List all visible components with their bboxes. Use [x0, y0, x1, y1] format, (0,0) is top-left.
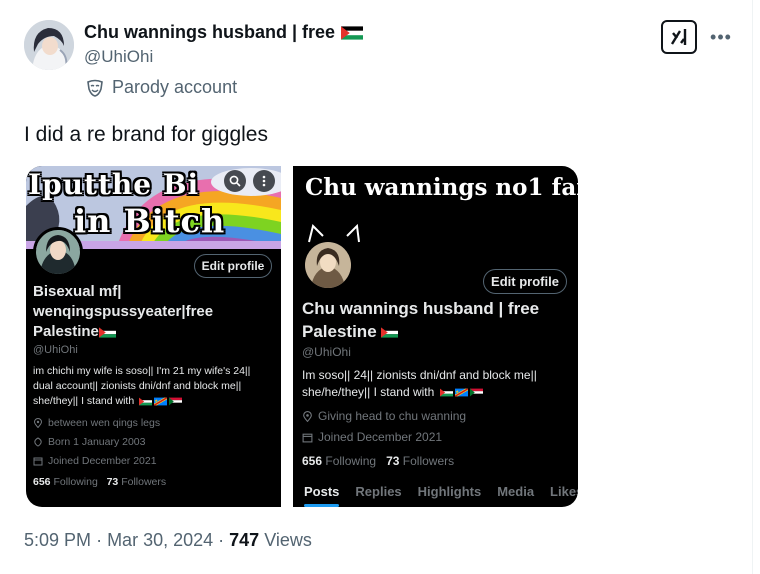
calendar-icon: [33, 457, 43, 466]
more-icon[interactable]: •••: [708, 20, 734, 54]
card1-follow-stats: 656 Following 73 Followers: [33, 476, 166, 488]
card1-followers-count: 73: [106, 476, 119, 488]
card1-following-count: 656: [33, 476, 51, 488]
card2-banner-title: Chu wannings no1 fan: [305, 174, 578, 201]
author-avatar[interactable]: [24, 20, 74, 70]
search-icon[interactable]: [224, 170, 246, 192]
palestine-flag-icon: [139, 397, 152, 406]
card1-name-line1: Bisexual mf|: [33, 283, 122, 300]
card1-following[interactable]: 656 Following: [33, 476, 98, 488]
card2-bio-line1: Im soso|| 24|| zionists dni/dnf and bloc…: [302, 368, 537, 382]
views-label: Views: [264, 530, 312, 550]
media-image-2[interactable]: Chu wannings no1 fan Edit profile Chu wa…: [293, 166, 578, 507]
author-name[interactable]: Chu wannings husband | free: [84, 22, 363, 43]
card2-joined: Joined December 2021: [302, 430, 442, 444]
card1-profile-handle: @UhiOhi: [33, 344, 78, 356]
card2-location-text: Giving head to chu wanning: [318, 409, 467, 423]
card1-born-text: Born 1 January 2003: [48, 436, 146, 448]
palestine-flag-icon: [99, 327, 116, 338]
card2-joined-text: Joined December 2021: [318, 430, 443, 444]
card2-profile-handle: @UhiOhi: [302, 345, 351, 359]
card2-bio: Im soso|| 24|| zionists dni/dnf and bloc…: [302, 367, 574, 401]
card2-bio-line2: she/he/they|| I stand with: [302, 385, 435, 399]
palestine-flag-icon: [440, 388, 453, 397]
sudan-flag-icon: [169, 397, 182, 406]
tab-posts[interactable]: Posts: [304, 484, 340, 507]
card1-name-line3-wrap: Palestine: [33, 322, 213, 342]
card2-bio-line2-wrap: she/he/they|| I stand with: [302, 384, 574, 401]
card1-location: between wen qings legs: [33, 417, 160, 429]
more-vertical-icon[interactable]: [253, 170, 275, 192]
tweet-meta: 5:09 PM · Mar 30, 2024 · 747 Views: [24, 530, 312, 551]
tab-highlights[interactable]: Highlights: [418, 484, 482, 499]
edit-profile-button[interactable]: Edit profile: [194, 254, 272, 278]
parody-label: Parody account: [86, 77, 237, 98]
card1-profile-name: Bisexual mf| wenqingspussyeater|free Pal…: [33, 282, 213, 342]
card1-bio: im chichi my wife is soso|| I'm 21 my wi…: [33, 364, 279, 409]
card2-following-label: Following: [325, 454, 377, 468]
card2-following-count: 656: [302, 454, 323, 468]
separator-dot: ·: [96, 530, 108, 550]
card1-banner-line1: Iputthe Bi: [28, 168, 200, 201]
card2-followers-count: 73: [386, 454, 400, 468]
card1-followers[interactable]: 73 Followers: [107, 476, 167, 488]
birthday-icon: [34, 437, 42, 447]
card2-location: Giving head to chu wanning: [302, 409, 466, 423]
tweet-date[interactable]: Mar 30, 2024: [107, 530, 213, 550]
card1-bio-line3-wrap: she/they|| I stand with: [33, 394, 279, 409]
views-count: 747: [229, 530, 260, 550]
tweet-container: Chu wannings husband | free @UhiOhi Paro…: [0, 0, 753, 574]
card2-name-line1: Chu wannings husband | free: [302, 299, 540, 318]
card2-follow-stats: 656 Following 73 Followers: [302, 454, 454, 468]
card1-birthday: Born 1 January 2003: [33, 436, 145, 448]
edit-profile-button[interactable]: Edit profile: [483, 269, 567, 294]
card1-bio-line2: dual account|| zionists dni/dnf and bloc…: [33, 380, 242, 392]
card2-followers[interactable]: 73 Followers: [386, 454, 454, 468]
card1-bio-line3: she/they|| I stand with: [33, 395, 135, 407]
card2-following[interactable]: 656 Following: [302, 454, 376, 468]
tab-replies[interactable]: Replies: [355, 484, 401, 499]
card2-profile-tabs: Posts Replies Highlights Media Likes: [304, 484, 578, 507]
card1-bio-line1: im chichi my wife is soso|| I'm 21 my wi…: [33, 365, 251, 377]
card1-following-label: Following: [53, 476, 98, 488]
tweet-time[interactable]: 5:09 PM: [24, 530, 91, 550]
card1-name-line2: wenqingspussyeater|free: [33, 303, 214, 320]
card1-joined: Joined December 2021: [33, 455, 157, 467]
tab-media[interactable]: Media: [497, 484, 534, 499]
card1-profile-avatar[interactable]: [33, 227, 83, 277]
card1-name-line3: Palestine: [33, 323, 99, 340]
congo-flag-icon: [154, 397, 167, 406]
separator-dot: ·: [218, 530, 230, 550]
card2-profile-avatar[interactable]: [302, 239, 354, 291]
grok-icon[interactable]: [661, 20, 697, 54]
calendar-icon: [302, 433, 313, 442]
author-handle[interactable]: @UhiOhi: [84, 47, 153, 67]
tab-likes[interactable]: Likes: [550, 484, 578, 499]
card1-location-text: between wen qings legs: [48, 417, 161, 429]
sudan-flag-icon: [470, 388, 483, 397]
media-image-1[interactable]: Iputthe Bi in Bitch Edit profile Bisexua…: [26, 166, 281, 507]
tweet-text: I did a re brand for giggles: [24, 123, 268, 146]
location-icon: [33, 418, 43, 428]
congo-flag-icon: [455, 388, 468, 397]
location-icon: [303, 410, 312, 422]
palestine-flag-icon: [341, 26, 363, 40]
card1-followers-label: Followers: [121, 476, 167, 488]
card2-name-line2-wrap: Palestine: [302, 320, 539, 343]
card2-profile-name: Chu wannings husband | free Palestine: [302, 297, 539, 343]
card2-followers-label: Followers: [402, 454, 455, 468]
author-name-text: Chu wannings husband | free: [84, 22, 336, 42]
parody-mask-icon: [87, 79, 103, 97]
card1-banner-line2: in Bitch: [74, 202, 226, 240]
palestine-flag-icon: [381, 327, 398, 338]
parody-label-text: Parody account: [112, 77, 238, 97]
card2-name-line2: Palestine: [302, 322, 377, 341]
card1-joined-text: Joined December 2021: [48, 455, 157, 467]
